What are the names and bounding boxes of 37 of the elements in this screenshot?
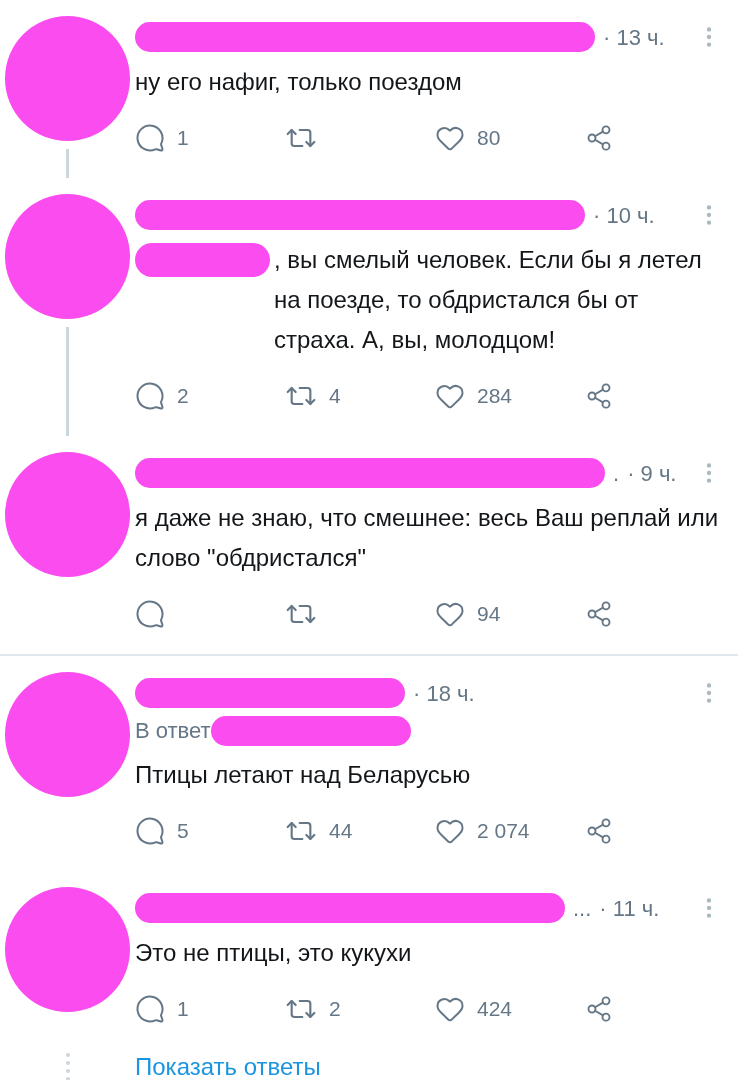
like-count: 94	[477, 601, 501, 628]
reply-count: 2	[177, 383, 189, 410]
timestamp: · 13 ч.	[603, 23, 665, 52]
thread-dots-icon	[65, 1052, 70, 1080]
retweet-count: 4	[329, 383, 341, 410]
reply-count: 1	[177, 996, 189, 1023]
retweet-count: 2	[329, 996, 341, 1023]
reply-icon[interactable]	[135, 816, 165, 846]
tweet-text: , вы смелый человек. Если бы я летел на поезде, то обдристался бы от страха. А, вы, молодцом!	[274, 245, 703, 355]
like-count: 284	[477, 383, 513, 410]
timestamp: · 11 ч.	[599, 894, 660, 923]
show-replies-link[interactable]: Показать ответы	[135, 1049, 321, 1080]
timestamp: · 10 ч.	[593, 201, 655, 230]
reply-icon[interactable]	[135, 994, 165, 1024]
tweet-text: я даже не знаю, что смешнее: весь Ваш реплай или слово "обдристался"	[135, 503, 720, 573]
like-count: 2 074	[477, 818, 530, 845]
reply-count: 1	[177, 125, 189, 152]
timestamp: · 18 ч.	[413, 679, 475, 708]
reply-icon[interactable]	[135, 381, 165, 411]
share-icon[interactable]	[585, 600, 613, 628]
reply-icon[interactable]	[135, 599, 165, 629]
reply-to-label: В ответ	[135, 717, 211, 745]
tweet-text: Птицы летают над Беларусью	[135, 760, 471, 790]
name-suffix: .	[613, 459, 620, 488]
share-icon[interactable]	[585, 382, 613, 410]
tweet-text: ну его нафиг, только поездом	[135, 67, 462, 97]
tweet-text: Это не птицы, это кукухи	[135, 938, 412, 968]
share-icon[interactable]	[585, 124, 613, 152]
like-count: 80	[477, 125, 501, 152]
retweet-count: 44	[329, 818, 353, 845]
timestamp: · 9 ч.	[627, 459, 677, 488]
share-icon[interactable]	[585, 995, 613, 1023]
share-icon[interactable]	[585, 817, 613, 845]
reply-count: 5	[177, 818, 189, 845]
reply-icon[interactable]	[135, 123, 165, 153]
name-suffix: ...	[573, 894, 592, 923]
like-count: 424	[477, 996, 513, 1023]
